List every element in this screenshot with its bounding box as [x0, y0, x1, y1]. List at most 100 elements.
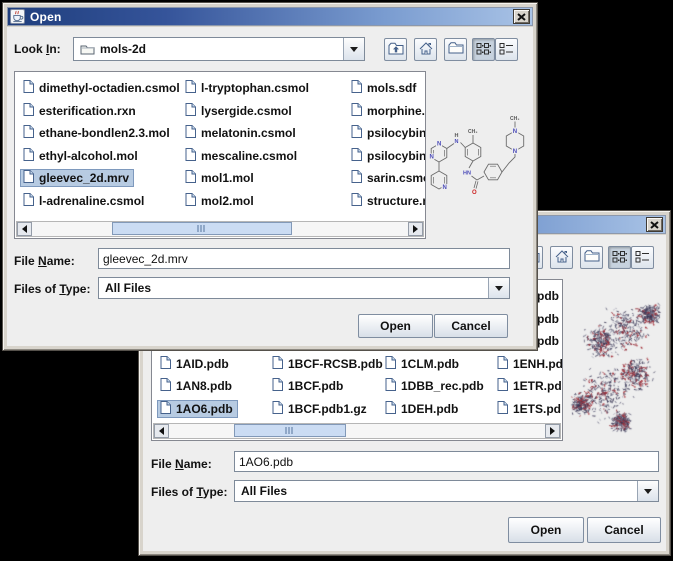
file-item[interactable]: 1DEH.pdb	[382, 400, 463, 418]
svg-text:CH₃: CH₃	[510, 116, 520, 122]
molecule-2d-preview: N N N H N CH₃ HN O N	[425, 79, 537, 199]
home-button[interactable]	[550, 246, 573, 269]
grid-view-button[interactable]	[608, 246, 631, 269]
file-item[interactable]: 1AO6.pdb	[157, 400, 238, 418]
file-icon	[351, 170, 362, 186]
back-cancel-button[interactable]: Cancel	[587, 517, 661, 543]
svg-text:CH₃: CH₃	[468, 129, 478, 135]
list-view-button[interactable]	[631, 246, 654, 269]
front-titlebar[interactable]: Open	[7, 7, 533, 26]
svg-text:HN: HN	[463, 171, 471, 177]
file-icon	[185, 148, 196, 164]
front-file-name-input[interactable]	[98, 248, 510, 269]
new-folder-button[interactable]	[580, 246, 603, 269]
file-icon	[185, 170, 196, 186]
file-icon	[23, 125, 34, 141]
svg-text:N: N	[513, 129, 517, 135]
file-item[interactable]: sarin.csmo	[348, 169, 426, 187]
java-cup-icon	[10, 9, 25, 24]
file-item[interactable]: mescaline.csmol	[182, 147, 302, 165]
file-icon	[23, 80, 34, 96]
front-file-list[interactable]: dimethyl-octadien.csmol esterification.rx…	[14, 71, 426, 239]
file-item[interactable]: mols.sdf	[348, 79, 421, 97]
front-cancel-button[interactable]: Cancel	[434, 314, 508, 338]
file-item[interactable]: esterification.rxn	[20, 102, 141, 120]
home-icon	[554, 249, 570, 267]
file-item[interactable]: 1ENH.pd	[494, 355, 563, 373]
file-icon	[385, 378, 396, 394]
list-view-button[interactable]	[495, 38, 518, 61]
file-item[interactable]: ethyl-alcohol.mol	[20, 147, 143, 165]
file-icon	[351, 103, 362, 119]
back-file-name-label: File Name:	[151, 457, 212, 471]
file-item[interactable]: 1CLM.pdb	[382, 355, 464, 373]
file-icon	[497, 378, 508, 394]
grid-view-button[interactable]	[472, 38, 495, 61]
triangle-right-icon	[413, 225, 418, 233]
file-icon	[272, 378, 283, 394]
combo-arrow-button[interactable]	[488, 278, 509, 298]
file-item[interactable]: mol1.mol	[182, 169, 259, 187]
scroll-right-button[interactable]	[408, 222, 423, 236]
file-item[interactable]: lysergide.csmol	[182, 102, 297, 120]
back-close-button[interactable]	[646, 217, 663, 232]
triangle-right-icon	[550, 427, 555, 435]
combo-arrow-button[interactable]	[343, 38, 364, 60]
file-item[interactable]: 1ETR.pd	[494, 377, 563, 395]
file-icon	[272, 401, 283, 417]
file-item[interactable]: psilocybin.	[348, 124, 426, 142]
file-icon	[185, 80, 196, 96]
scroll-right-button[interactable]	[545, 424, 560, 438]
file-item[interactable]: 1ETS.pd	[494, 400, 563, 418]
home-button[interactable]	[414, 38, 437, 61]
file-item[interactable]: 1BCF-RCSB.pdb	[269, 355, 388, 373]
file-item[interactable]: mol2.mol	[182, 192, 259, 210]
protein-3d-preview	[564, 284, 670, 446]
file-item[interactable]: psilocybin.	[348, 147, 426, 165]
back-file-name-input[interactable]	[234, 451, 659, 472]
front-file-name-label: File Name:	[14, 254, 75, 268]
file-item[interactable]: l-adrenaline.csmol	[20, 192, 149, 210]
triangle-down-icon	[495, 286, 503, 291]
back-files-of-type-label: Files of Type:	[151, 485, 227, 499]
up-folder-icon	[388, 41, 404, 59]
scrollbar-thumb[interactable]	[112, 222, 292, 235]
scroll-left-button[interactable]	[154, 424, 169, 438]
combo-arrow-button[interactable]	[637, 481, 658, 501]
front-horizontal-scrollbar[interactable]	[16, 221, 424, 237]
back-open-button[interactable]: Open	[508, 517, 584, 543]
front-content: Look In: mols-2d dimethyl-octadien.csmol…	[7, 27, 533, 346]
front-close-button[interactable]	[513, 9, 530, 24]
file-item[interactable]: dimethyl-octadien.csmol	[20, 79, 185, 97]
file-item[interactable]: gleevec_2d.mrv	[20, 169, 134, 187]
back-horizontal-scrollbar[interactable]	[153, 423, 561, 439]
file-item[interactable]: structure.m	[348, 192, 426, 210]
back-files-of-type-combo[interactable]: All Files	[234, 480, 659, 502]
home-icon	[418, 41, 434, 59]
file-item[interactable]: 1BCF.pdb1.gz	[269, 400, 372, 418]
file-item[interactable]: 1DBB_rec.pdb	[382, 377, 489, 395]
file-icon	[185, 103, 196, 119]
svg-text:N: N	[455, 139, 459, 145]
file-icon	[185, 193, 196, 209]
scrollbar-thumb[interactable]	[234, 424, 346, 437]
triangle-down-icon	[644, 489, 652, 494]
file-item[interactable]: 1BCF.pdb	[269, 377, 348, 395]
look-in-combo[interactable]: mols-2d	[73, 37, 365, 61]
file-icon	[185, 125, 196, 141]
file-icon	[23, 170, 34, 186]
file-item[interactable]: ethane-bondlen2.3.mol	[20, 124, 175, 142]
scroll-left-button[interactable]	[17, 222, 32, 236]
file-item[interactable]: l-tryptophan.csmol	[182, 79, 314, 97]
file-item[interactable]: 1AID.pdb	[157, 355, 234, 373]
front-open-button[interactable]: Open	[358, 314, 433, 338]
file-item[interactable]: morphine.c	[348, 102, 426, 120]
folder-icon	[80, 43, 95, 55]
new-folder-button[interactable]	[444, 38, 467, 61]
open-dialog-front: Open Look In: mols-2d	[2, 2, 538, 351]
file-item[interactable]: melatonin.csmol	[182, 124, 301, 142]
file-item[interactable]: 1AN8.pdb	[157, 377, 237, 395]
triangle-left-icon	[159, 427, 164, 435]
front-files-of-type-combo[interactable]: All Files	[98, 277, 510, 299]
up-folder-button[interactable]	[384, 38, 407, 61]
